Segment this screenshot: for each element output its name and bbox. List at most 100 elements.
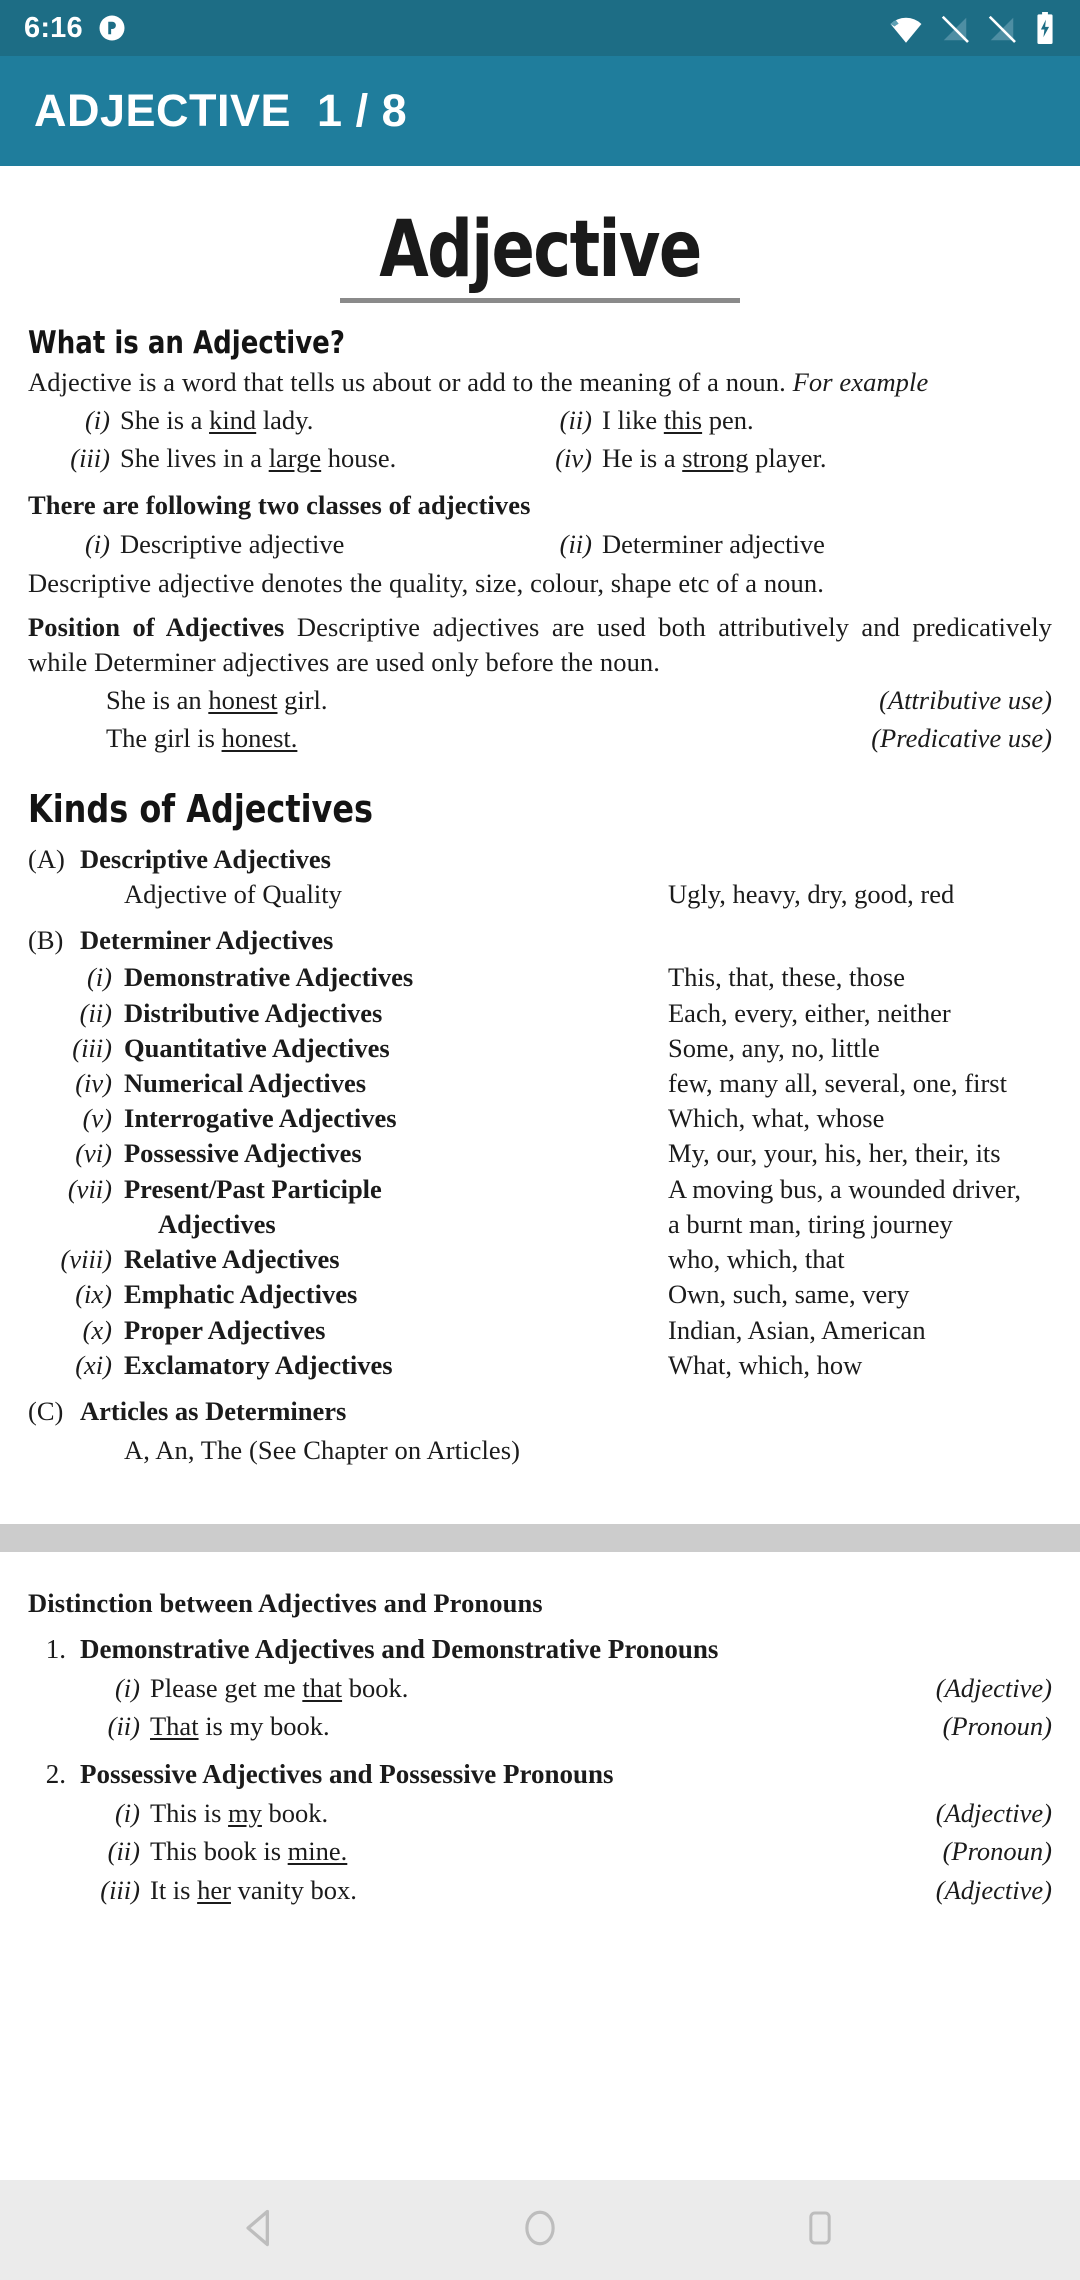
recents-button[interactable] bbox=[780, 2190, 860, 2270]
row-examples: Which, what, whose bbox=[668, 1103, 885, 1134]
distinction-item: (iii) It is her vanity box. (Adjective) bbox=[28, 1873, 1052, 1909]
group-a-row: Adjective of Quality Ugly, heavy, dry, g… bbox=[28, 877, 1052, 912]
back-button[interactable] bbox=[220, 2190, 300, 2270]
item-tag: (Pronoun) bbox=[942, 1836, 1052, 1867]
row-examples: Own, such, same, very bbox=[668, 1279, 910, 1310]
row-label: Exclamatory Adjectives bbox=[124, 1349, 393, 1380]
heading-kinds-of-adjectives: Kinds of Adjectives bbox=[28, 786, 374, 831]
app-bar: ADJECTIVE 1 / 8 bbox=[0, 56, 1080, 166]
example-ii: (ii) I like this pen. bbox=[540, 403, 1052, 438]
example-number: (iv) bbox=[555, 443, 592, 474]
example-underlined: kind bbox=[209, 405, 257, 436]
title-underline-rule bbox=[340, 297, 740, 303]
class-ii: (ii) Determiner adjective bbox=[540, 527, 1052, 562]
item-number: (ii) bbox=[107, 1711, 140, 1742]
row-label: Demonstrative Adjectives bbox=[124, 962, 414, 993]
status-bar-clock: 6:16 bbox=[24, 11, 83, 44]
row-examples: few, many all, several, one, first bbox=[668, 1067, 1007, 1098]
distinction-item: (ii) This book is mine. (Pronoun) bbox=[28, 1834, 1052, 1870]
position-example-tag: (Attributive use) bbox=[879, 684, 1052, 715]
page-2: Distinction between Adjectives and Prono… bbox=[0, 1551, 1080, 1909]
document-title-block: Adjective bbox=[28, 166, 1052, 303]
table-row: (viii) Relative Adjectives who, which, tha… bbox=[28, 1242, 1052, 1277]
home-icon bbox=[519, 2207, 561, 2254]
group-c-letter: (C) bbox=[28, 1396, 64, 1427]
battery-charging-icon bbox=[1034, 12, 1056, 44]
item-tag: (Adjective) bbox=[935, 1874, 1052, 1905]
example-post: pen. bbox=[702, 405, 754, 436]
row-label: Emphatic Adjectives bbox=[124, 1279, 358, 1310]
example-iii: (iii) She lives in a large house. bbox=[28, 441, 540, 476]
item-text: (ii) This book is mine. bbox=[28, 1834, 348, 1870]
example-pre: She is an bbox=[106, 684, 209, 715]
example-iv: (iv) He is a strong player. bbox=[540, 441, 1052, 476]
item-pre: This is bbox=[150, 1797, 229, 1828]
example-pre: She lives in a bbox=[120, 443, 269, 474]
table-row: (vi) Possessive Adjectives My, our, your, … bbox=[28, 1136, 1052, 1171]
example-pre: I like bbox=[602, 405, 664, 436]
table-row: (i) Demonstrative Adjectives This, that, t… bbox=[28, 960, 1052, 995]
row-examples: who, which, that bbox=[668, 1244, 845, 1275]
example-number: (ii) bbox=[559, 405, 592, 436]
position-example-predicative: The girl is honest. (Predicative use) bbox=[28, 721, 1052, 757]
table-row: (vii) Present/Past Participle A moving bus… bbox=[28, 1172, 1052, 1207]
row-number: (iii) bbox=[72, 1032, 112, 1063]
row-number: (vi) bbox=[75, 1138, 112, 1169]
status-bar-icons bbox=[889, 12, 1056, 44]
example-number: (iii) bbox=[70, 443, 110, 474]
heading-distinction: Distinction between Adjectives and Prono… bbox=[28, 1587, 543, 1618]
row-label: Relative Adjectives bbox=[124, 1244, 340, 1275]
item-post: vanity box. bbox=[230, 1874, 357, 1905]
position-example-text: The girl is honest. bbox=[28, 721, 297, 757]
intro-text: Adjective is a word that tells us about … bbox=[28, 366, 793, 397]
row-number: (i) bbox=[86, 962, 112, 993]
item-post: book. bbox=[342, 1672, 409, 1703]
distinction-item: (ii) That is my book. (Pronoun) bbox=[28, 1709, 1052, 1745]
page-title: ADJECTIVE 1 / 8 bbox=[34, 85, 408, 136]
item-underlined: That bbox=[150, 1711, 199, 1742]
home-button[interactable] bbox=[500, 2190, 580, 2270]
table-row: (v) Interrogative Adjectives Which, what, … bbox=[28, 1101, 1052, 1136]
example-post: girl. bbox=[277, 684, 328, 715]
item-pre: This book is bbox=[150, 1836, 288, 1867]
status-bar-left: 6:16 bbox=[24, 12, 127, 45]
item-post: book. bbox=[261, 1797, 329, 1828]
row-number: (iv) bbox=[75, 1067, 112, 1098]
row-number bbox=[28, 877, 124, 912]
example-row-1: (i) She is a kind lady. (ii) I like this p… bbox=[28, 403, 1052, 438]
table-row: (xi) Exclamatory Adjectives What, which, h… bbox=[28, 1348, 1052, 1383]
recents-icon bbox=[800, 2208, 840, 2253]
group-a-letter: (A) bbox=[28, 843, 65, 874]
item-text: (ii) That is my book. bbox=[28, 1709, 330, 1745]
row-number: (viii) bbox=[60, 1244, 113, 1275]
item-number: (i) bbox=[114, 1797, 140, 1828]
row-label: Numerical Adjectives bbox=[124, 1067, 367, 1098]
row-label: Quantitative Adjectives bbox=[124, 1032, 390, 1063]
intro-paragraph: Adjective is a word that tells us about … bbox=[28, 365, 1052, 399]
example-number: (i) bbox=[84, 405, 110, 436]
example-post: lady. bbox=[256, 405, 314, 436]
example-i: (i) She is a kind lady. bbox=[28, 403, 540, 438]
item-tag: (Pronoun) bbox=[942, 1711, 1052, 1742]
table-row: (iii) Quantitative Adjectives Some, any, n… bbox=[28, 1031, 1052, 1066]
row-number: (ii) bbox=[79, 997, 112, 1028]
intro-for-example: For example bbox=[792, 366, 929, 397]
item-tag: (Adjective) bbox=[935, 1672, 1052, 1703]
group-b-header: (B) Determiner Adjectives bbox=[28, 922, 1052, 958]
distinction-group-1: 1. Demonstrative Adjectives and Demonstr… bbox=[28, 1632, 1052, 1668]
row-label: Distributive Adjectives bbox=[124, 997, 383, 1028]
item-number: (ii) bbox=[107, 1836, 140, 1867]
no-sim-2-icon bbox=[987, 14, 1017, 44]
example-post: house. bbox=[321, 443, 397, 474]
row-label: Interrogative Adjectives bbox=[124, 1103, 397, 1134]
row-number: (x) bbox=[82, 1314, 112, 1345]
document-scroll-area[interactable]: Adjective What is an Adjective? Adjectiv… bbox=[0, 166, 1080, 2180]
class-label: Descriptive adjective bbox=[120, 528, 345, 559]
example-row-2: (iii) She lives in a large house. (iv) He … bbox=[28, 441, 1052, 476]
group-b-title: Determiner Adjectives bbox=[80, 925, 334, 956]
table-row: Adjectives a burnt man, tiring journey bbox=[28, 1207, 1052, 1242]
item-underlined: mine. bbox=[287, 1836, 348, 1867]
example-post: player. bbox=[748, 443, 827, 474]
position-example-tag: (Predicative use) bbox=[871, 723, 1052, 754]
row-label: Present/Past Participle bbox=[124, 1173, 382, 1204]
